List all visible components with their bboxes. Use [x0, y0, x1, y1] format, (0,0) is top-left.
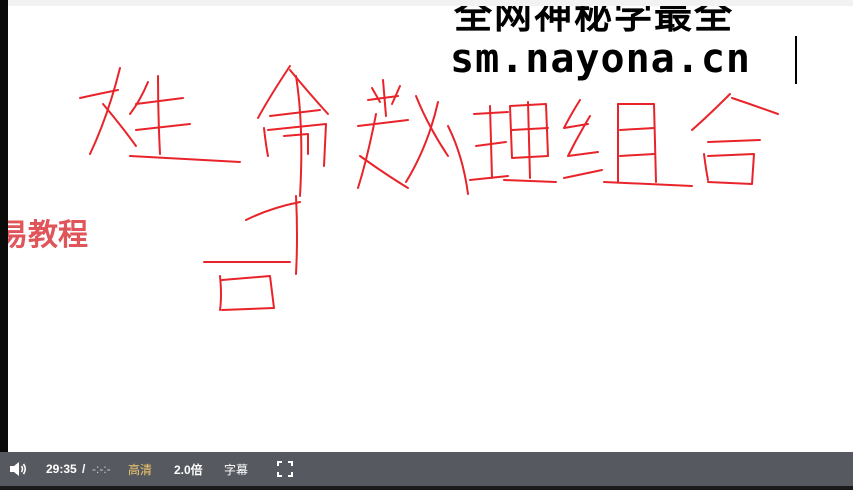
handwriting-strokes — [79, 65, 779, 311]
duration: -:-:- — [92, 462, 111, 476]
speed-button[interactable]: 2.0倍 — [174, 452, 203, 486]
current-time: 29:35 — [46, 462, 77, 476]
quality-button[interactable]: 高清 — [128, 452, 152, 486]
fullscreen-button[interactable] — [277, 452, 293, 486]
time-separator: / — [82, 462, 86, 476]
left-edge-bar — [0, 0, 8, 452]
subtitle-button[interactable]: 字幕 — [224, 452, 248, 486]
video-frame[interactable]: 全网神秘学最全 sm.nayona.cn 易教程 — [8, 6, 853, 452]
video-player[interactable]: 全网神秘学最全 sm.nayona.cn 易教程 29:35 / -:-:- 高… — [0, 0, 853, 490]
volume-button[interactable] — [8, 452, 28, 486]
speaker-icon — [10, 462, 27, 476]
fullscreen-icon — [277, 461, 293, 477]
bottom-edge — [0, 486, 853, 490]
control-bar: 29:35 / -:-:- 高清 2.0倍 字幕 — [0, 452, 853, 486]
